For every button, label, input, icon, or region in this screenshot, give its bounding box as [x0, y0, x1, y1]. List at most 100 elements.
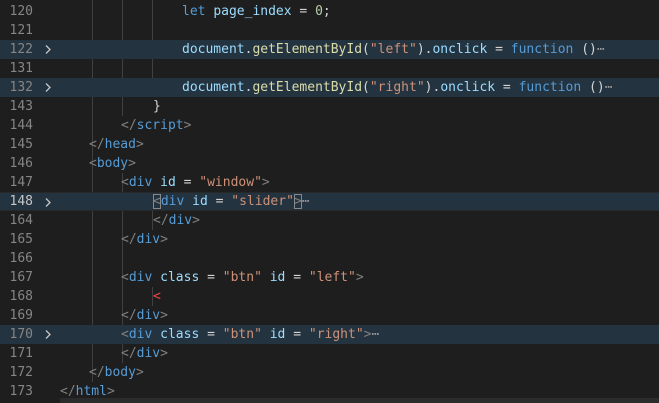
code-text[interactable]: </div> — [153, 211, 200, 230]
code-token: > — [106, 384, 115, 399]
code-token: function — [518, 80, 582, 95]
code-line[interactable]: 171 </div> — [0, 344, 659, 363]
code-token: class — [152, 327, 200, 342]
line-number: 173 — [9, 384, 33, 399]
code-token: div — [168, 213, 193, 228]
code-token: > — [160, 232, 168, 247]
code-line[interactable]: 168 < — [0, 287, 659, 306]
line-number: 146 — [9, 156, 33, 171]
code-token: < — [121, 175, 129, 190]
code-line[interactable]: 167 <div class = "btn" id = "left"> — [0, 268, 659, 287]
code-token: ( — [362, 80, 370, 95]
code-line[interactable]: 172 </body> — [0, 363, 659, 382]
code-text[interactable]: </head> — [89, 135, 144, 154]
code-line[interactable]: 131 — [0, 59, 659, 78]
code-token: > — [128, 156, 136, 171]
code-token: < — [153, 289, 161, 304]
line-number: 147 — [9, 175, 33, 190]
code-text[interactable]: document.getElementById("left").onclick … — [182, 40, 605, 59]
code-text[interactable]: <div id = "slider">⋯ — [153, 193, 310, 210]
folded-region-ellipsis[interactable]: ⋯ — [372, 327, 380, 342]
code-token: ). — [416, 42, 433, 57]
code-token: ( — [362, 42, 370, 57]
code-text[interactable]: <div class = "btn" id = "right">⋯ — [121, 325, 379, 344]
code-token: > — [192, 213, 200, 228]
code-token: div — [136, 232, 161, 247]
code-token: ; — [322, 4, 331, 19]
code-text[interactable]: <div id = "window"> — [121, 173, 270, 192]
line-number: 172 — [9, 365, 33, 380]
code-text[interactable]: } — [153, 97, 161, 116]
code-token: () — [573, 42, 597, 57]
code-line[interactable]: 146 <body> — [0, 154, 659, 173]
code-token: div — [160, 194, 185, 209]
code-token: > — [183, 118, 192, 133]
code-line[interactable]: 169 </div> — [0, 306, 659, 325]
code-line[interactable]: 120 let page_index = 0; — [0, 2, 659, 21]
line-number: 148 — [9, 194, 33, 209]
code-line[interactable]: 170 <div class = "btn" id = "right">⋯ — [0, 325, 659, 344]
line-number: 171 — [9, 346, 33, 361]
code-text[interactable]: document.getElementById("right").onclick… — [182, 78, 613, 97]
code-text[interactable]: <div class = "btn" id = "left"> — [121, 268, 364, 287]
code-line[interactable]: 143} — [0, 97, 659, 116]
code-token: </ — [89, 137, 105, 152]
code-token: document — [182, 80, 245, 95]
folded-region-ellipsis[interactable]: ⋯ — [302, 194, 310, 209]
code-text[interactable]: </div> — [121, 344, 168, 363]
line-number: 131 — [9, 61, 33, 76]
code-token: < — [153, 194, 161, 209]
code-token: "right" — [308, 327, 364, 342]
code-token: div — [128, 327, 153, 342]
code-line[interactable]: 132 document.getElementById("right").oncl… — [0, 78, 659, 97]
code-token: "left" — [369, 42, 417, 57]
code-line[interactable]: 122 document.getElementById("left").oncli… — [0, 40, 659, 59]
code-line[interactable]: 148 <div id = "slider">⋯ — [0, 192, 659, 211]
code-token: "slider" — [231, 194, 294, 209]
code-text[interactable]: </div> — [121, 230, 168, 249]
code-token: () — [581, 80, 605, 95]
code-token: = — [207, 194, 232, 209]
folded-region-ellipsis[interactable]: ⋯ — [597, 42, 605, 57]
code-token: > — [261, 175, 270, 190]
line-number: 167 — [9, 270, 33, 285]
code-token: body — [104, 365, 136, 380]
code-text[interactable]: <body> — [89, 154, 136, 173]
code-text[interactable]: </script> — [121, 116, 191, 135]
code-line[interactable]: 147 <div id = "window"> — [0, 173, 659, 192]
code-token: html — [75, 384, 107, 399]
code-token: } — [153, 99, 161, 114]
code-editor[interactable]: 120 let page_index = 0; 121 122 document.get… — [0, 0, 659, 403]
code-line[interactable]: 121 — [0, 21, 659, 40]
line-number: 143 — [9, 99, 33, 114]
line-number: 122 — [9, 42, 33, 57]
code-token: div — [128, 270, 153, 285]
code-token: </ — [121, 118, 137, 133]
line-number: 120 — [9, 4, 33, 19]
code-token: = — [285, 327, 309, 342]
code-token: div — [136, 346, 161, 361]
folded-region-ellipsis[interactable]: ⋯ — [605, 80, 613, 95]
code-token: ). — [424, 80, 441, 95]
code-text[interactable]: < — [153, 287, 161, 306]
horizontal-scrollbar[interactable] — [60, 398, 659, 403]
code-token: function — [510, 42, 574, 57]
code-line[interactable]: 144 </script> — [0, 116, 659, 135]
code-line[interactable]: 164 </div> — [0, 211, 659, 230]
code-token: > — [135, 365, 144, 380]
code-line[interactable]: 145 </head> — [0, 135, 659, 154]
line-number: 121 — [9, 23, 33, 38]
code-token: </ — [60, 384, 76, 399]
code-text[interactable]: </body> — [89, 363, 144, 382]
code-line[interactable]: 165 </div> — [0, 230, 659, 249]
code-token: id — [152, 175, 176, 190]
code-text[interactable]: </div> — [121, 306, 168, 325]
code-token: > — [363, 327, 372, 342]
code-token: id — [261, 270, 286, 285]
code-token: "btn" — [222, 270, 262, 285]
code-text[interactable]: let page_index = 0; — [182, 2, 331, 21]
code-token: > — [293, 194, 302, 209]
line-number: 132 — [9, 80, 33, 95]
code-line[interactable]: 166 — [0, 249, 659, 268]
code-token: </ — [153, 213, 169, 228]
